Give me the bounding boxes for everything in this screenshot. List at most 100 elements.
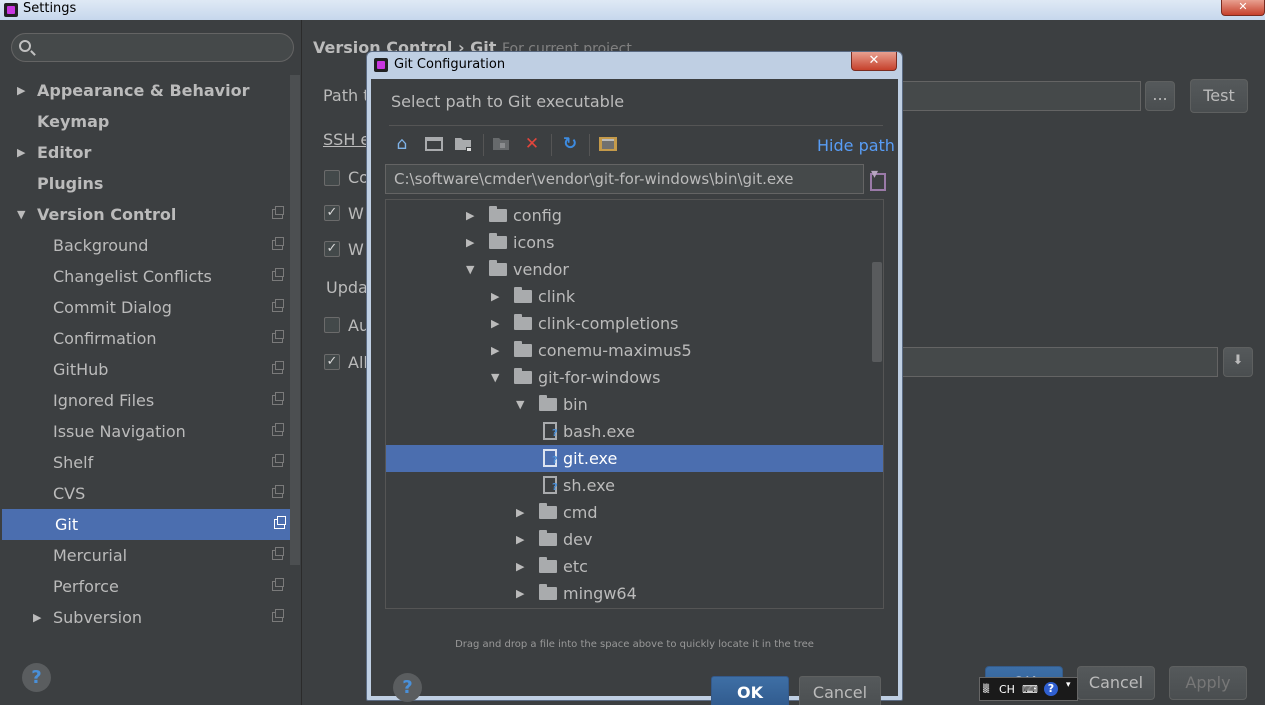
show-hidden-icon[interactable] — [595, 131, 621, 157]
file-node[interactable]: git.exe — [386, 445, 883, 472]
expand-right-icon[interactable]: ▶ — [466, 229, 474, 256]
sidebar-item-shelf[interactable]: Shelf — [0, 447, 290, 478]
apply-button[interactable]: Apply — [1169, 666, 1247, 700]
path-input[interactable]: C:\software\cmder\vendor\git-for-windows… — [385, 164, 864, 194]
checkbox-2[interactable]: ✓ — [324, 205, 340, 221]
help-icon[interactable]: ? — [22, 663, 51, 692]
home-icon[interactable]: ⌂ — [389, 131, 415, 157]
sidebar-item-subversion[interactable]: ▶ Subversion — [0, 602, 290, 633]
dialog-divider — [389, 125, 883, 126]
folder-icon — [514, 341, 532, 357]
project-settings-icon — [274, 516, 286, 529]
expand-right-icon[interactable]: ▶ — [516, 499, 524, 526]
expand-down-icon[interactable]: ▼ — [17, 199, 25, 230]
search-input[interactable] — [11, 33, 294, 62]
checkbox-5[interactable]: ✓ — [324, 354, 340, 370]
sidebar-scrollbar[interactable] — [290, 75, 300, 565]
sidebar-item-label: Version Control — [37, 205, 177, 224]
folder-node[interactable]: ▶ config — [386, 202, 883, 229]
sidebar-item-commit-dialog[interactable]: Commit Dialog — [0, 292, 290, 323]
sidebar-item-cvs[interactable]: CVS — [0, 478, 290, 509]
folder-node[interactable]: ▶ mingw64 — [386, 580, 883, 607]
sidebar-item-github[interactable]: GitHub — [0, 354, 290, 385]
folder-node[interactable]: ▶ clink-completions — [386, 310, 883, 337]
sidebar-item-keymap[interactable]: Keymap — [0, 106, 290, 137]
folder-node[interactable]: ▶ conemu-maximus5 — [386, 337, 883, 364]
sidebar-item-plugins[interactable]: Plugins — [0, 168, 290, 199]
sidebar-item-editor[interactable]: ▶ Editor — [0, 137, 290, 168]
dialog-heading: Select path to Git executable — [391, 92, 625, 111]
download-icon[interactable]: ⬇ — [1223, 347, 1253, 377]
project-folder-icon[interactable] — [451, 131, 477, 157]
expand-right-icon[interactable]: ▶ — [33, 602, 41, 633]
path-field[interactable] — [900, 81, 1141, 111]
folder-node[interactable]: ▼ vendor — [386, 256, 883, 283]
test-button[interactable]: Test — [1190, 79, 1248, 113]
project-settings-icon — [272, 454, 284, 467]
expand-right-icon[interactable]: ▶ — [491, 310, 499, 337]
expand-right-icon[interactable]: ▶ — [17, 137, 25, 168]
sidebar-item-ignored-files[interactable]: Ignored Files — [0, 385, 290, 416]
file-node[interactable]: sh.exe — [386, 472, 883, 499]
sidebar-item-version-control[interactable]: ▼ Version Control — [0, 199, 290, 230]
folder-node[interactable]: ▶ etc — [386, 553, 883, 580]
sidebar-item-background[interactable]: Background — [0, 230, 290, 261]
settings-sidebar: ▶ Appearance & Behavior Keymap ▶ Editor Plugi… — [0, 20, 302, 705]
expand-right-icon[interactable]: ▶ — [491, 283, 499, 310]
allow-field[interactable] — [900, 347, 1218, 377]
toolbar-separator — [589, 134, 590, 156]
checkbox-1[interactable] — [324, 170, 340, 186]
expand-right-icon[interactable]: ▶ — [17, 75, 25, 106]
dialog-help-icon[interactable]: ? — [393, 673, 422, 702]
sidebar-item-confirmation[interactable]: Confirmation — [0, 323, 290, 354]
ime-menu-icon[interactable]: ▾ — [1066, 680, 1071, 690]
expand-down-icon[interactable]: ▼ — [516, 391, 524, 418]
cancel-button[interactable]: Cancel — [1077, 666, 1155, 700]
sidebar-item-label: GitHub — [53, 360, 109, 379]
delete-icon[interactable]: ✕ — [519, 131, 545, 157]
dialog-close-button[interactable]: ✕ — [851, 52, 897, 71]
window-close-button[interactable]: ✕ — [1221, 0, 1265, 16]
expand-right-icon[interactable]: ▶ — [516, 526, 524, 553]
expand-right-icon[interactable]: ▶ — [466, 202, 474, 229]
new-folder-icon[interactable] — [489, 131, 515, 157]
checkbox-4[interactable] — [324, 317, 340, 333]
desktop-icon[interactable] — [421, 131, 447, 157]
sidebar-item-appearance-behavior[interactable]: ▶ Appearance & Behavior — [0, 75, 290, 106]
folder-node[interactable]: ▼ git-for-windows — [386, 364, 883, 391]
folder-node[interactable]: ▶ icons — [386, 229, 883, 256]
dialog-cancel-button[interactable]: Cancel — [799, 676, 881, 705]
project-settings-icon — [272, 237, 284, 250]
sidebar-item-perforce[interactable]: Perforce — [0, 571, 290, 602]
expand-right-icon[interactable]: ▶ — [516, 553, 524, 580]
sidebar-item-label: Issue Navigation — [53, 422, 186, 441]
keyboard-icon[interactable]: ⌨ — [1022, 683, 1038, 696]
ime-help-icon[interactable]: ? — [1044, 682, 1058, 696]
path-history-icon[interactable] — [868, 166, 886, 191]
sidebar-item-changelist-conflicts[interactable]: Changelist Conflicts — [0, 261, 290, 292]
expand-right-icon[interactable]: ▶ — [491, 337, 499, 364]
expand-right-icon[interactable]: ▶ — [516, 580, 524, 607]
dialog-ok-button[interactable]: OK — [711, 676, 789, 705]
folder-icon — [539, 557, 557, 573]
expand-down-icon[interactable]: ▼ — [491, 364, 499, 391]
sidebar-item-label: Keymap — [37, 112, 110, 131]
sidebar-item-git[interactable]: Git — [2, 509, 290, 540]
node-label: etc — [563, 557, 588, 576]
sidebar-item-issue-navigation[interactable]: Issue Navigation — [0, 416, 290, 447]
folder-node[interactable]: ▶ dev — [386, 526, 883, 553]
checkbox-3[interactable]: ✓ — [324, 241, 340, 257]
folder-node[interactable]: ▶ cmd — [386, 499, 883, 526]
expand-down-icon[interactable]: ▼ — [466, 256, 474, 283]
file-node[interactable]: bash.exe — [386, 418, 883, 445]
ime-mode[interactable]: CH — [999, 683, 1015, 696]
sidebar-item-mercurial[interactable]: Mercurial — [0, 540, 290, 571]
folder-node[interactable]: ▶ clink — [386, 283, 883, 310]
folder-icon — [539, 530, 557, 546]
hide-path-link[interactable]: Hide path — [817, 136, 895, 155]
browse-button[interactable]: ... — [1145, 81, 1175, 111]
file-tree[interactable]: ▶ config ▶ icons ▼ vendor ▶ clink ▶ clink-complet… — [385, 199, 884, 609]
refresh-icon[interactable]: ↻ — [557, 131, 583, 157]
folder-node[interactable]: ▼ bin — [386, 391, 883, 418]
ime-grip-icon: ▒ — [983, 684, 990, 693]
